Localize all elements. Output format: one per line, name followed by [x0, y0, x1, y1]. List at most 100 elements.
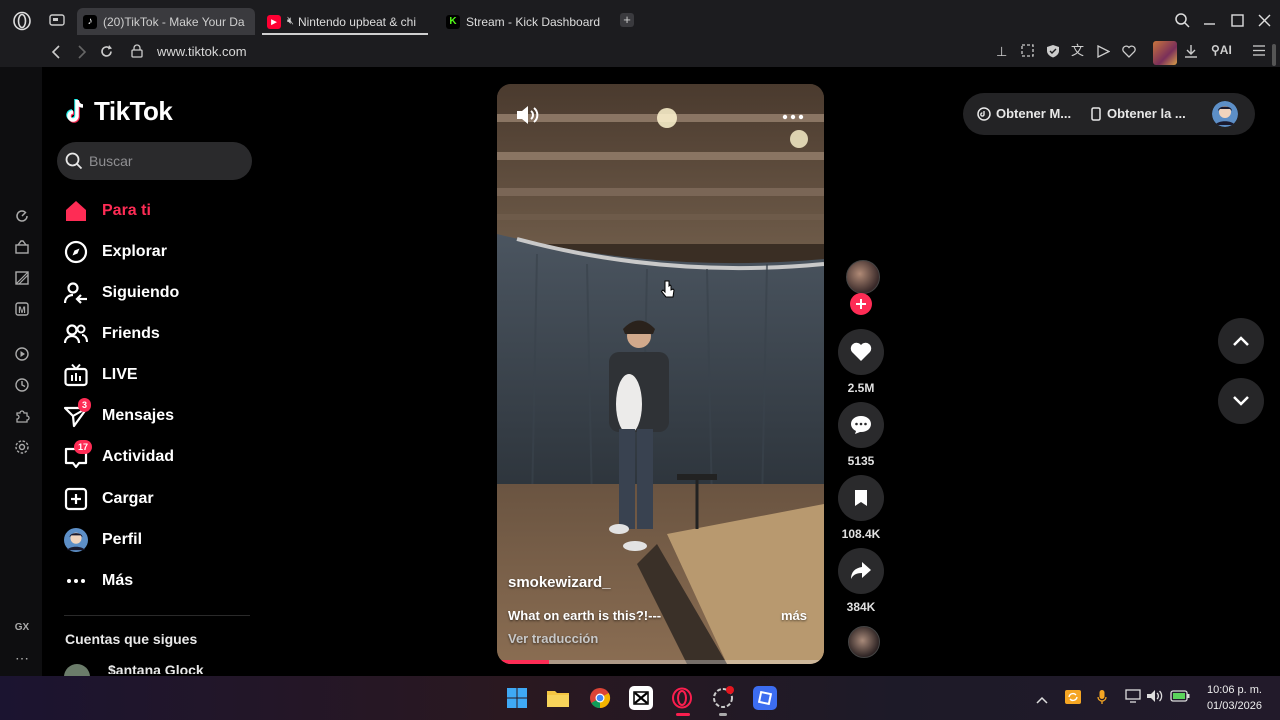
minimize-icon[interactable]: [1203, 13, 1216, 29]
nav-item-siguiendo[interactable]: Siguiendo: [64, 278, 179, 308]
more-caption-button[interactable]: más: [781, 608, 807, 623]
nav-item-mensajes[interactable]: 3 Mensajes: [64, 398, 174, 431]
live-icon: [64, 363, 88, 387]
comment-button[interactable]: [838, 402, 884, 448]
more-dots-icon[interactable]: ⋯: [13, 649, 31, 667]
url-text[interactable]: www.tiktok.com: [157, 44, 247, 59]
profile-avatar[interactable]: [1153, 41, 1177, 65]
get-desktop-button[interactable]: Obtener la ...: [1091, 106, 1186, 121]
history-icon[interactable]: [13, 377, 31, 395]
workspaces-icon[interactable]: [49, 13, 65, 30]
video-options-icon[interactable]: [782, 109, 804, 127]
share-button[interactable]: [838, 548, 884, 594]
volume-icon[interactable]: [515, 104, 539, 131]
nav-item-actividad[interactable]: 17 Actividad: [64, 440, 174, 472]
muted-icon[interactable]: 🔇︎: [287, 15, 294, 28]
following-section-title: Cuentas que sigues: [65, 631, 198, 647]
share-count: 384K: [846, 600, 876, 614]
new-tab-button[interactable]: +: [620, 13, 634, 27]
back-icon[interactable]: [51, 45, 61, 62]
get-app-button[interactable]: Obtener M...: [977, 106, 1071, 121]
video-author[interactable]: smokewizard_: [508, 574, 611, 591]
search-input[interactable]: Buscar: [57, 142, 252, 180]
cursor-icon: [660, 280, 675, 305]
header-avatar[interactable]: [1212, 101, 1238, 127]
heart-bookmark-icon[interactable]: [1122, 45, 1136, 61]
nav-label: Para ti: [102, 202, 151, 219]
pin-icon[interactable]: ⊥: [996, 45, 1007, 58]
tab-youtube[interactable]: ▶ 🔇︎ Nintendo upbeat & chi: [261, 8, 429, 35]
messenger-m-icon[interactable]: M: [13, 301, 31, 319]
save-button[interactable]: [838, 475, 884, 521]
sync-icon[interactable]: [1064, 689, 1082, 708]
nav-item-friends[interactable]: Friends: [64, 319, 160, 349]
windows-start-icon[interactable]: [505, 686, 529, 710]
roblox-icon[interactable]: [753, 686, 777, 710]
tiktok-logo[interactable]: TikTok: [64, 96, 173, 127]
header-actions: Obtener M... Obtener la ...: [963, 93, 1255, 135]
download-icon[interactable]: [1184, 44, 1198, 61]
ai-icon[interactable]: ⚲AI: [1211, 44, 1232, 56]
gx-corner-icon[interactable]: [13, 239, 31, 257]
easy-setup-icon[interactable]: [1252, 44, 1266, 60]
speed-dial-icon[interactable]: [13, 208, 31, 226]
progress-bar[interactable]: [497, 660, 824, 664]
get-desktop-label: Obtener la ...: [1107, 106, 1186, 121]
upload-icon: [64, 487, 88, 511]
opera-menu-icon[interactable]: [12, 11, 32, 34]
get-app-label: Obtener M...: [996, 106, 1072, 121]
chrome-icon[interactable]: [588, 686, 612, 710]
nav-item-para-ti[interactable]: Para ti: [64, 196, 151, 226]
scrollbar-thumb[interactable]: [1272, 44, 1276, 66]
opera-gx-icon[interactable]: [670, 686, 694, 710]
tab-title: (20)TikTok - Make Your Da: [103, 14, 245, 29]
twitch-icon[interactable]: [13, 270, 31, 288]
player-icon[interactable]: [13, 346, 31, 364]
settings-gear-icon[interactable]: [13, 439, 31, 457]
clock-time[interactable]: 10:06 p. m.: [1207, 684, 1262, 696]
creator-avatar[interactable]: [846, 260, 880, 294]
following-account-name[interactable]: $antana Glock: [108, 662, 204, 674]
follow-plus-button[interactable]: [850, 293, 872, 315]
phone-icon: [1091, 106, 1101, 121]
capcut-icon[interactable]: [629, 686, 653, 710]
microphone-icon[interactable]: [1097, 689, 1107, 708]
gx-label[interactable]: GX: [13, 619, 31, 637]
nav-item-explorar[interactable]: Explorar: [64, 237, 167, 267]
battery-icon[interactable]: [1170, 689, 1190, 705]
nav-item-live[interactable]: LIVE: [64, 360, 138, 390]
snapshot-icon[interactable]: [1021, 44, 1034, 60]
tab-tiktok[interactable]: ♪ (20)TikTok - Make Your Da: [77, 8, 255, 35]
network-icon[interactable]: [1125, 689, 1141, 706]
opera-browser-icon[interactable]: [711, 686, 735, 710]
tab-underline: [262, 33, 428, 35]
adblock-icon[interactable]: [1046, 44, 1060, 61]
extensions-icon[interactable]: [13, 408, 31, 426]
nav-item-cargar[interactable]: Cargar: [64, 484, 154, 514]
nav-item-perfil[interactable]: Perfil: [64, 525, 142, 555]
forward-icon[interactable]: [77, 45, 87, 62]
translate-link[interactable]: Ver traducción: [508, 631, 598, 646]
music-disc-avatar[interactable]: [848, 626, 880, 658]
following-avatar[interactable]: [64, 664, 90, 676]
share-icon: [851, 562, 871, 579]
logo-text: TikTok: [94, 96, 173, 126]
lock-icon[interactable]: [131, 44, 143, 61]
volume-tray-icon[interactable]: [1146, 689, 1164, 706]
clock-date[interactable]: 01/03/2026: [1207, 700, 1262, 712]
show-hidden-icons[interactable]: [1036, 691, 1048, 707]
send-icon[interactable]: [1097, 44, 1111, 61]
like-button[interactable]: [838, 329, 884, 375]
nav-item-mas[interactable]: Más: [64, 566, 133, 596]
previous-video-button[interactable]: [1218, 318, 1264, 364]
next-video-button[interactable]: [1218, 378, 1264, 424]
file-explorer-icon[interactable]: [546, 686, 570, 710]
progress-fill: [497, 660, 550, 664]
video-player[interactable]: smokewizard_ What on earth is this?!--- …: [497, 84, 824, 664]
translate-icon[interactable]: 文: [1071, 44, 1084, 57]
search-tabs-icon[interactable]: [1175, 13, 1190, 31]
tab-kick[interactable]: K Stream - Kick Dashboard: [440, 8, 612, 35]
close-window-icon[interactable]: [1258, 14, 1271, 30]
reload-icon[interactable]: [99, 44, 114, 62]
maximize-icon[interactable]: [1231, 14, 1244, 30]
